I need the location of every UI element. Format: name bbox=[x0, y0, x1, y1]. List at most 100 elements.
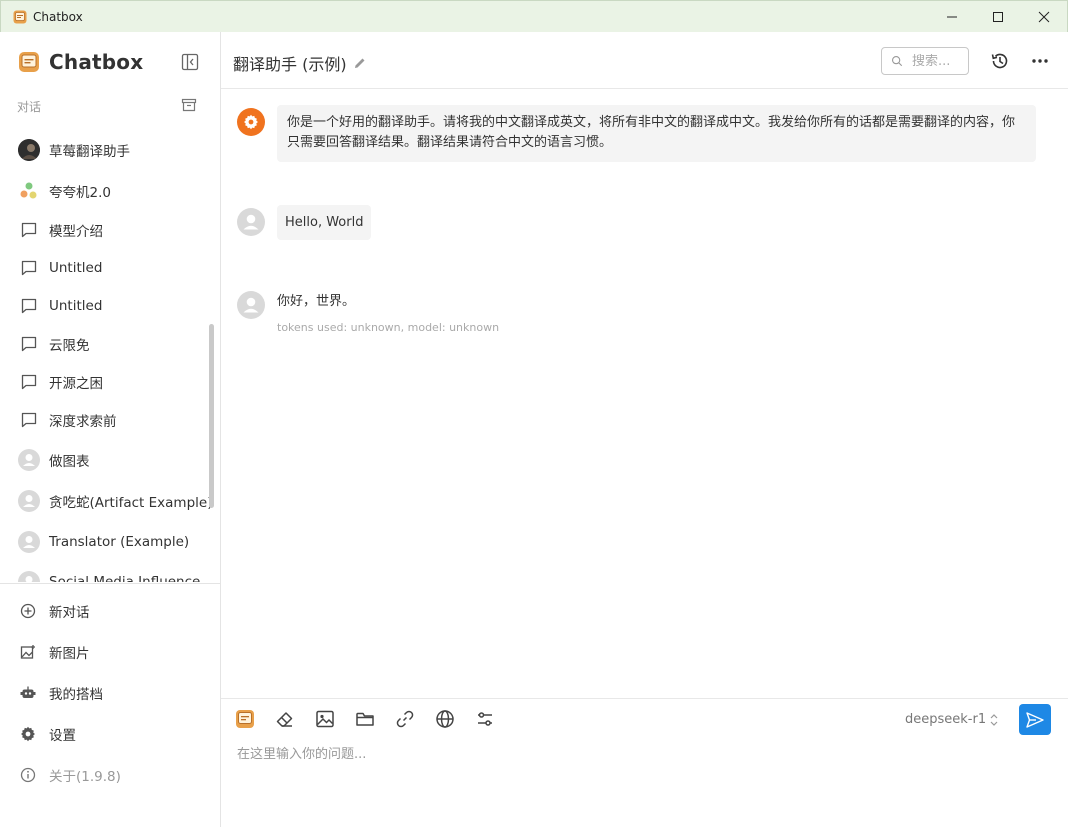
assistant-message: 你好，世界。 bbox=[277, 294, 356, 309]
brand: Chatbox bbox=[18, 50, 143, 74]
minimize-button[interactable] bbox=[929, 1, 975, 33]
title-bar: Chatbox bbox=[0, 0, 1068, 32]
my-copilots-label: 我的搭档 bbox=[49, 687, 103, 703]
session-item[interactable]: Untitled bbox=[10, 289, 210, 323]
send-button[interactable] bbox=[1019, 704, 1051, 735]
window-title: Chatbox bbox=[33, 9, 83, 24]
session-item[interactable]: 贪吃蛇(Artifact Example) bbox=[10, 484, 213, 518]
user-icon bbox=[243, 297, 259, 313]
copilot-picker-button[interactable] bbox=[234, 708, 256, 730]
conversations-section-label: 对话 bbox=[17, 100, 42, 114]
session-label: 云限免 bbox=[49, 338, 90, 354]
session-label: 开源之困 bbox=[49, 376, 103, 392]
settings-button[interactable]: 设置 bbox=[10, 717, 210, 751]
sidebar-divider bbox=[0, 583, 220, 584]
session-item[interactable]: Social Media Influence bbox=[10, 565, 210, 582]
sidebar-collapse-icon bbox=[181, 53, 199, 71]
chat-header: 翻译助手 (示例) bbox=[221, 32, 1068, 89]
session-label: Untitled bbox=[49, 260, 103, 276]
clear-context-button[interactable] bbox=[274, 708, 296, 730]
clear-conversations-button[interactable] bbox=[179, 95, 199, 115]
session-label: 深度求索前 bbox=[49, 414, 117, 430]
session-label: 草莓翻译助手 bbox=[49, 144, 130, 160]
session-label: 模型介绍 bbox=[49, 224, 103, 240]
session-item[interactable]: Translator (Example) bbox=[10, 525, 210, 559]
session-item[interactable]: 模型介绍 bbox=[10, 213, 210, 247]
search-input[interactable] bbox=[912, 53, 968, 69]
system-message: 你是一个好用的翻译助手。请将我的中文翻译成英文，将所有非中文的翻译成中文。我发给… bbox=[277, 105, 1036, 162]
session-item[interactable]: 夸夸机2.0 bbox=[10, 174, 210, 208]
user-icon bbox=[243, 214, 259, 230]
attach-file-button[interactable] bbox=[354, 708, 376, 730]
session-item[interactable]: 做图表 bbox=[10, 443, 210, 477]
sidebar: Chatbox 对话 草莓翻译助手 夸夸机2.0 模型介绍 Untitled U… bbox=[0, 32, 221, 827]
web-browsing-button[interactable] bbox=[434, 708, 456, 730]
user-avatar-icon bbox=[18, 571, 40, 582]
message-meta: tokens used: unknown, model: unknown bbox=[277, 321, 500, 334]
about-label: 关于(1.9.8) bbox=[49, 769, 121, 785]
minimize-icon bbox=[947, 16, 957, 18]
session-list: 草莓翻译助手 夸夸机2.0 模型介绍 Untitled Untitled 云限免… bbox=[0, 128, 216, 582]
gear-icon bbox=[244, 114, 258, 130]
composer: deepseek-r1 bbox=[221, 698, 1068, 827]
new-image-label: 新图片 bbox=[49, 646, 90, 662]
system-avatar bbox=[237, 108, 265, 136]
close-button[interactable] bbox=[1021, 1, 1067, 33]
assistant-avatar bbox=[237, 291, 265, 319]
more-options-button[interactable] bbox=[1029, 50, 1051, 72]
new-image-button[interactable]: 新图片 bbox=[10, 635, 210, 669]
maximize-button[interactable] bbox=[975, 1, 1021, 33]
user-avatar bbox=[237, 208, 265, 236]
colorful-avatar bbox=[18, 180, 40, 202]
archive-icon bbox=[181, 98, 197, 112]
folder-icon bbox=[356, 712, 374, 726]
message-input[interactable] bbox=[237, 743, 1047, 813]
chat-bubble-icon bbox=[18, 333, 40, 355]
chat-bubble-icon bbox=[18, 295, 40, 317]
chat-bubble-icon bbox=[18, 371, 40, 393]
new-chat-label: 新对话 bbox=[49, 605, 90, 621]
photo-avatar bbox=[18, 139, 40, 161]
search-box[interactable] bbox=[881, 47, 969, 75]
session-item[interactable]: 云限免 bbox=[10, 327, 210, 361]
pencil-icon[interactable] bbox=[353, 56, 367, 70]
globe-icon bbox=[436, 710, 454, 728]
user-avatar-icon bbox=[18, 490, 40, 512]
model-selector[interactable]: deepseek-r1 bbox=[905, 712, 999, 727]
chat-bubble-icon bbox=[18, 257, 40, 279]
add-image-icon bbox=[18, 642, 38, 662]
attach-image-button[interactable] bbox=[314, 708, 336, 730]
chat-bubble-icon bbox=[18, 219, 40, 241]
session-list-scrollbar[interactable] bbox=[209, 324, 214, 508]
chat-settings-button[interactable] bbox=[474, 708, 496, 730]
attach-link-button[interactable] bbox=[394, 708, 416, 730]
session-item[interactable]: Untitled bbox=[10, 251, 210, 285]
chat-title[interactable]: 翻译助手 (示例) bbox=[233, 51, 367, 75]
session-label: Untitled bbox=[49, 298, 103, 314]
chatbox-logo-icon bbox=[19, 52, 39, 72]
new-chat-button[interactable]: 新对话 bbox=[10, 594, 210, 628]
chat-bubble-icon bbox=[18, 409, 40, 431]
session-item[interactable]: 深度求索前 bbox=[10, 403, 210, 437]
eraser-icon bbox=[276, 712, 293, 727]
session-label: Translator (Example) bbox=[49, 534, 190, 550]
session-item[interactable]: 草莓翻译助手 bbox=[10, 133, 210, 167]
collapse-sidebar-button[interactable] bbox=[179, 51, 201, 73]
history-icon bbox=[991, 53, 1008, 69]
link-icon bbox=[396, 710, 414, 728]
chevron-up-down-icon bbox=[990, 713, 998, 726]
history-button[interactable] bbox=[989, 50, 1011, 72]
user-avatar-icon bbox=[18, 531, 40, 553]
session-label: 贪吃蛇(Artifact Example) bbox=[49, 495, 213, 511]
search-icon bbox=[891, 55, 903, 67]
session-label: Social Media Influence bbox=[49, 574, 201, 582]
chatbox-logo-icon bbox=[236, 710, 254, 728]
plus-circle-icon bbox=[18, 601, 38, 621]
session-item[interactable]: 开源之困 bbox=[10, 365, 210, 399]
app-name: Chatbox bbox=[49, 50, 144, 74]
user-message: Hello, World bbox=[277, 205, 372, 240]
about-button[interactable]: 关于(1.9.8) bbox=[10, 758, 210, 792]
chatbox-app-icon bbox=[13, 10, 27, 23]
my-copilots-button[interactable]: 我的搭档 bbox=[10, 676, 210, 710]
more-horizontal-icon bbox=[1032, 59, 1048, 63]
